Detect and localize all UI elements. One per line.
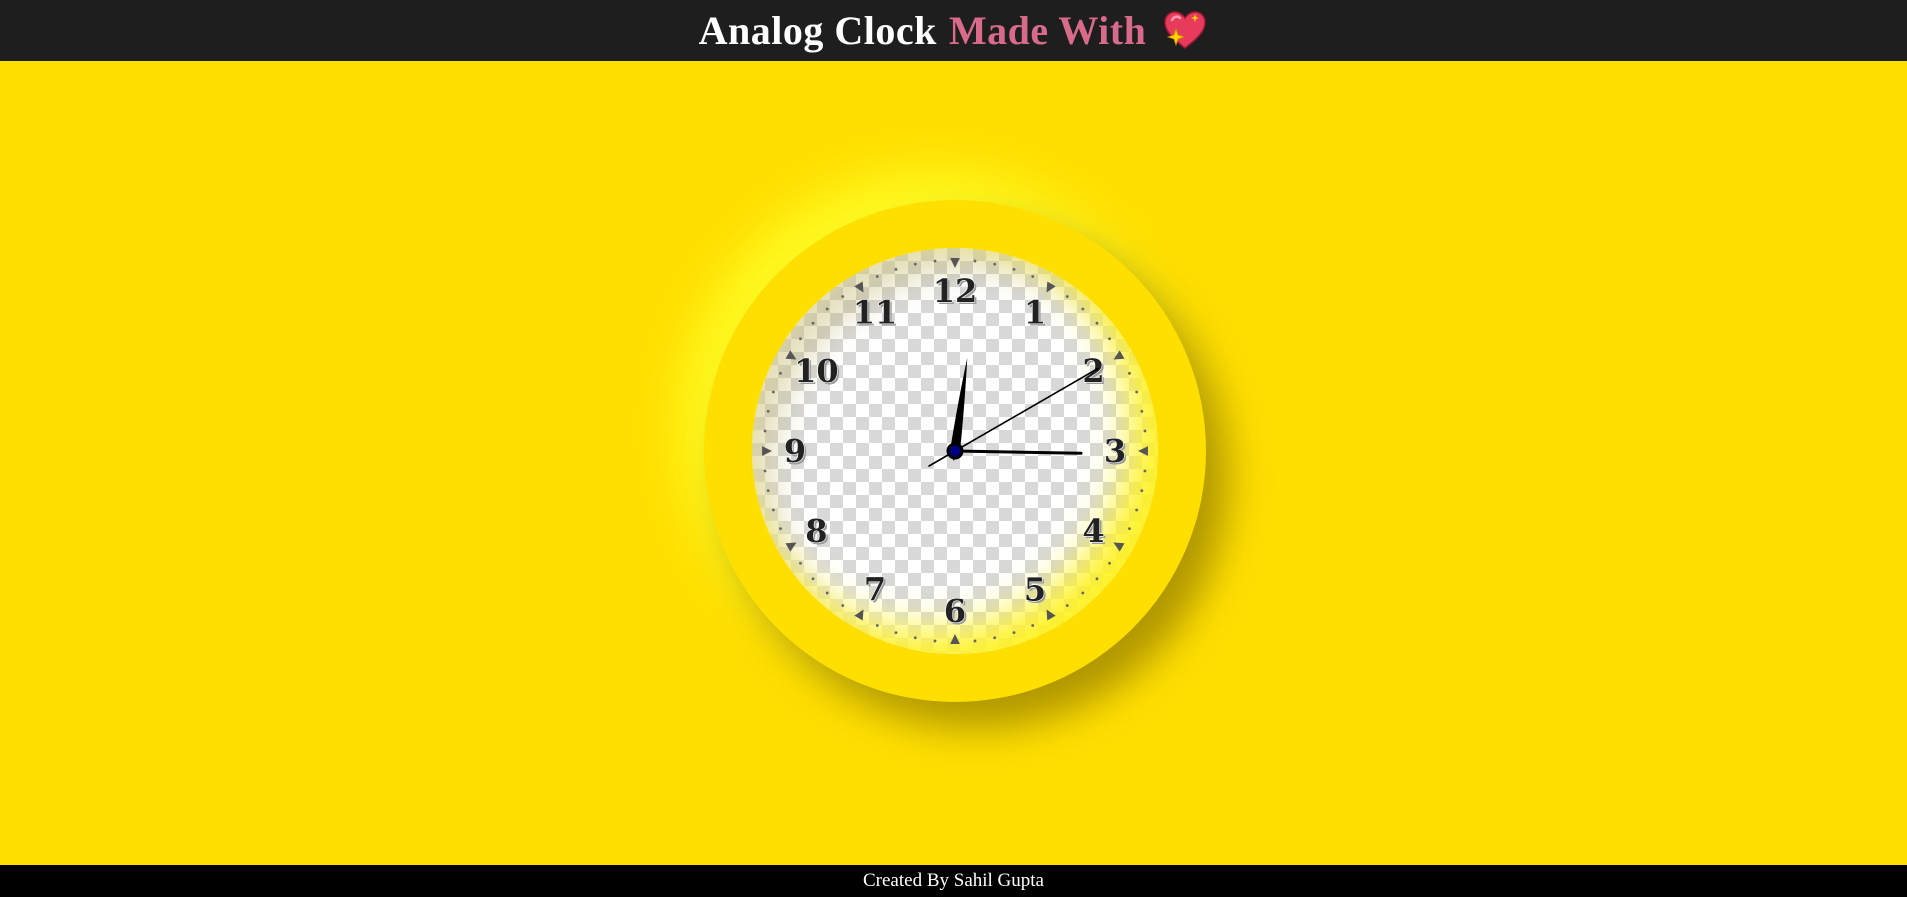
- minute-hand: [953, 449, 1083, 455]
- sparkling-heart-icon: [1162, 8, 1208, 54]
- hour-tick: [854, 609, 864, 621]
- footer-credit: Created By Sahil Gupta: [863, 870, 1044, 891]
- minute-tick: [1128, 371, 1131, 375]
- hour-numeral: 8: [805, 512, 827, 550]
- page-title: Analog Clock Made With: [699, 7, 1209, 54]
- minute-tick: [763, 469, 767, 473]
- minute-tick: [973, 259, 977, 263]
- hour-tick: [1046, 609, 1056, 621]
- minute-tick: [973, 639, 977, 643]
- hour-numeral: 5: [1024, 571, 1046, 609]
- title-text: Analog Clock: [698, 8, 937, 53]
- minute-tick: [825, 591, 829, 595]
- clock-dial: 121211223344556677889910101111: [762, 258, 1148, 644]
- minute-tick: [771, 390, 775, 394]
- hour-numeral: 11: [853, 293, 898, 331]
- hour-tick: [1138, 446, 1148, 456]
- minute-tick: [1065, 604, 1069, 607]
- minute-tick: [841, 295, 845, 298]
- minute-tick: [894, 631, 898, 635]
- minute-tick: [913, 262, 917, 266]
- minute-tick: [766, 409, 770, 413]
- hour-tick: [762, 446, 772, 456]
- minute-tick: [799, 561, 802, 565]
- minute-tick: [763, 429, 767, 433]
- minute-tick: [799, 337, 802, 341]
- minute-tick: [766, 489, 770, 493]
- minute-tick: [811, 577, 815, 581]
- hour-numeral: 10: [794, 352, 839, 390]
- minute-tick: [825, 307, 829, 311]
- hour-numeral: 6: [944, 592, 966, 630]
- center-pin: [946, 442, 964, 460]
- minute-tick: [1012, 631, 1016, 635]
- minute-tick: [875, 275, 879, 278]
- hour-tick: [950, 258, 960, 268]
- hour-numeral: 7: [864, 571, 886, 609]
- hour-numeral: 4: [1082, 512, 1104, 550]
- minute-tick: [1108, 337, 1111, 341]
- title-accent-text: Made With: [948, 8, 1147, 53]
- minute-tick: [1140, 409, 1144, 413]
- minute-tick: [1143, 469, 1147, 473]
- minute-tick: [933, 259, 937, 263]
- minute-tick: [1128, 527, 1131, 531]
- hour-tick: [854, 281, 864, 293]
- minute-tick: [1012, 267, 1016, 271]
- minute-tick: [1143, 429, 1147, 433]
- minute-tick: [894, 267, 898, 271]
- hour-tick: [1113, 350, 1125, 360]
- hour-numeral: 9: [784, 432, 806, 470]
- minute-tick: [841, 604, 845, 607]
- clock-hands: [928, 357, 1099, 467]
- minute-tick: [875, 624, 879, 627]
- minute-tick: [779, 527, 782, 531]
- minute-tick: [779, 371, 782, 375]
- hour-tick: [1046, 281, 1056, 293]
- minute-tick: [1065, 295, 1069, 298]
- minute-tick: [1135, 390, 1139, 394]
- hour-numeral: 3: [1104, 432, 1126, 470]
- minute-tick: [993, 636, 997, 640]
- minute-tick: [993, 262, 997, 266]
- minute-tick: [771, 508, 775, 512]
- clock-face: 12 12 1 1 2 2 3 3 4 4 5 5 6 6 7 7 8 8 9 9 10 10 11 11: [752, 248, 1158, 654]
- minute-tick: [913, 636, 917, 640]
- hour-tick: [785, 542, 797, 552]
- minute-tick: [1108, 561, 1111, 565]
- minute-tick: [1095, 321, 1099, 325]
- hour-numeral: 1: [1024, 293, 1046, 331]
- minute-tick: [1031, 624, 1035, 627]
- minute-tick: [1031, 275, 1035, 278]
- minute-tick: [1140, 489, 1144, 493]
- minute-tick: [933, 639, 937, 643]
- minute-tick: [1135, 508, 1139, 512]
- hour-tick: [950, 634, 960, 644]
- hour-numeral: 12: [933, 272, 978, 310]
- minute-tick: [811, 321, 815, 325]
- minute-tick: [1081, 591, 1085, 595]
- clock: 12 12 1 1 2 2 3 3 4 4 5 5 6 6 7 7 8 8 9 9 10 10 11 11: [704, 200, 1206, 702]
- header-bar: Analog Clock Made With: [0, 0, 1907, 61]
- minute-tick: [1081, 307, 1085, 311]
- hour-tick: [1113, 542, 1125, 552]
- footer-bar: Created By Sahil Gupta: [0, 865, 1907, 897]
- minute-tick: [1095, 577, 1099, 581]
